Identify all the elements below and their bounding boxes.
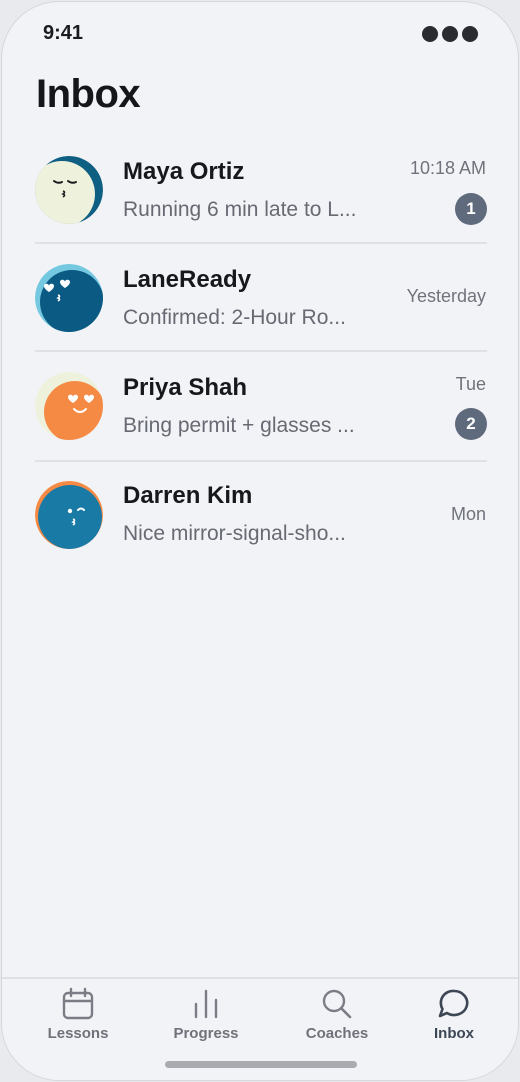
calendar-icon <box>62 987 94 1020</box>
chat-bubble-icon <box>438 989 469 1018</box>
unread-badge: 2 <box>455 408 487 440</box>
conversation-time: 10:18 AM <box>409 158 486 178</box>
conversation-preview: Confirmed: 2-Hour Ro... <box>123 306 346 329</box>
unread-badge: 1 <box>455 193 487 225</box>
avatar-darren-kim <box>35 481 103 549</box>
tab-bar: Lessons Progress Coaches Inbox <box>2 977 518 1080</box>
tab-inbox[interactable]: Inbox <box>394 987 514 1057</box>
tab-label: Lessons <box>47 1025 109 1042</box>
status-dot <box>442 26 458 42</box>
conversation-preview: Nice mirror-signal-sho... <box>123 522 346 545</box>
avatar-sleepy-face-icon <box>35 156 103 224</box>
conversation-preview: Running 6 min late to L... <box>123 198 357 221</box>
tab-label: Coaches <box>305 1025 369 1042</box>
conversation-row-laneready[interactable]: LaneReady Confirmed: 2-Hour Ro... Yester… <box>2 244 518 352</box>
home-indicator[interactable] <box>165 1061 357 1068</box>
conversation-time: Yesterday <box>406 286 486 306</box>
conversation-row-darren-kim[interactable]: Darren Kim Nice mirror-signal-sho... Mon <box>2 462 518 570</box>
tab-label: Inbox <box>434 1025 474 1042</box>
conversation-name: Darren Kim <box>123 482 253 509</box>
conversation-name: Priya Shah <box>123 374 248 401</box>
status-indicators <box>422 26 478 42</box>
tab-lessons[interactable]: Lessons <box>18 987 138 1057</box>
search-icon <box>322 989 352 1019</box>
avatar-heart-eyes-face-icon <box>35 264 103 332</box>
avatar-wink-face-icon <box>35 481 103 549</box>
status-dot <box>462 26 478 42</box>
avatar-heart-eyes-smile-icon <box>35 372 103 440</box>
tab-coaches[interactable]: Coaches <box>277 987 397 1057</box>
conversation-time: Tue <box>455 374 486 394</box>
conversation-list: Maya Ortiz Running 6 min late to L... 10… <box>2 136 518 570</box>
phone-frame: 9:41 Inbox Maya Ortiz Running 6 min late… <box>1 1 519 1081</box>
avatar-laneready <box>35 264 103 332</box>
avatar-maya-ortiz <box>35 156 103 224</box>
status-dot <box>422 26 438 42</box>
bar-chart-icon <box>194 989 218 1019</box>
conversation-row-maya-ortiz[interactable]: Maya Ortiz Running 6 min late to L... 10… <box>2 136 518 244</box>
tab-label: Progress <box>173 1025 239 1042</box>
tab-progress[interactable]: Progress <box>146 987 266 1057</box>
conversation-time: Mon <box>450 504 486 524</box>
conversation-name: LaneReady <box>123 266 252 293</box>
conversation-name: Maya Ortiz <box>123 158 245 185</box>
conversation-row-priya-shah[interactable]: Priya Shah Bring permit + glasses ... Tu… <box>2 352 518 462</box>
page-title: Inbox <box>36 72 141 116</box>
conversation-preview: Bring permit + glasses ... <box>123 414 355 437</box>
status-time: 9:41 <box>43 22 84 44</box>
status-bar: 9:41 <box>2 2 518 62</box>
avatar-priya-shah <box>35 372 103 440</box>
